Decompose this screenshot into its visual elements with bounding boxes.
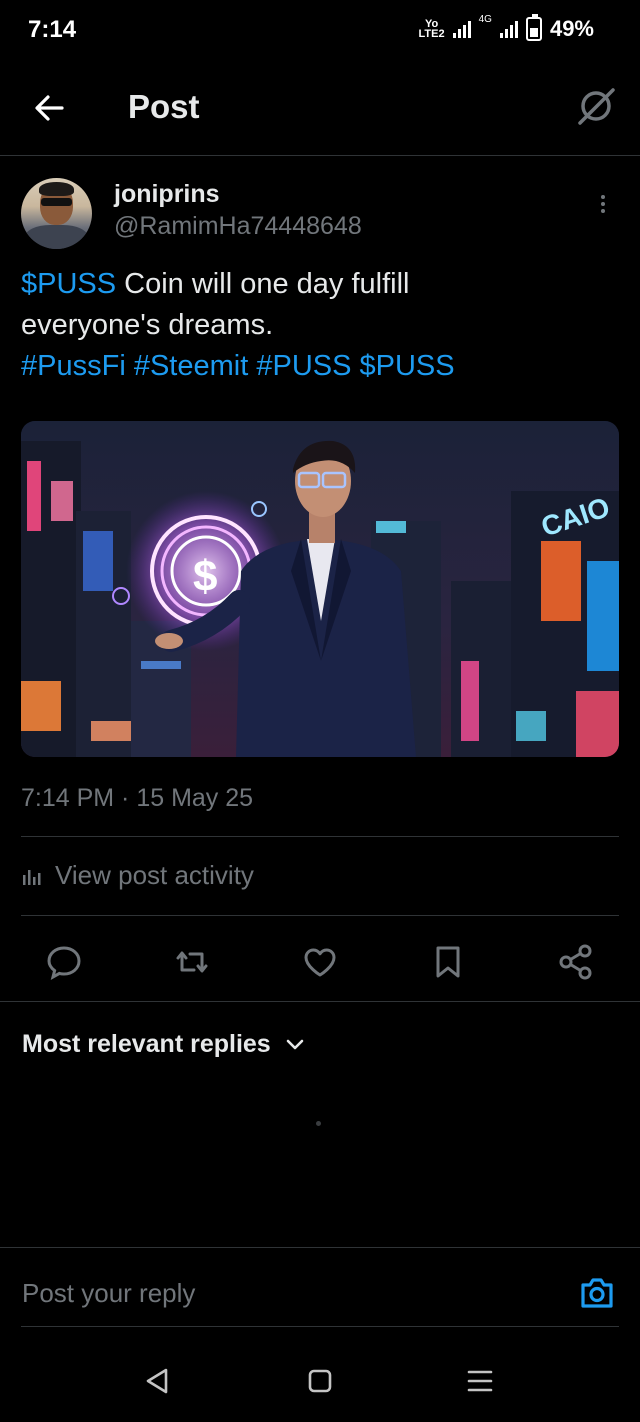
status-icons: Yo LTE2 4G 49%	[418, 14, 594, 42]
nav-home-icon[interactable]	[300, 1364, 340, 1398]
post-header: Post	[0, 60, 640, 156]
divider	[21, 836, 619, 837]
page-title: Post	[128, 88, 200, 125]
divider	[21, 1326, 619, 1327]
analytics-icon	[23, 869, 41, 885]
action-bar	[0, 936, 640, 1002]
status-bar: 7:14 Yo LTE2 4G 49%	[0, 0, 640, 60]
avatar[interactable]	[21, 178, 92, 249]
reply-input[interactable]: Post your reply	[22, 1278, 195, 1309]
hashtag-link[interactable]: #Steemit	[134, 350, 248, 382]
reply-icon[interactable]	[44, 942, 84, 982]
battery-percent: 49%	[549, 16, 594, 41]
post-timestamp: 7:14 PM · 15 May 25	[21, 784, 254, 812]
arrow-left-icon[interactable]	[26, 86, 74, 130]
nav-menu-icon[interactable]	[460, 1364, 500, 1398]
signal-icon-2	[499, 20, 518, 38]
net-gen-label: 4G	[478, 14, 492, 25]
battery-icon	[525, 14, 542, 41]
repost-icon[interactable]	[172, 942, 212, 982]
post-image[interactable]: CAIO $	[21, 421, 619, 757]
cashtag-link[interactable]: $PUSS	[21, 268, 116, 300]
grok-icon[interactable]	[574, 84, 618, 128]
replies-sort-dropdown[interactable]: Most relevant replies	[22, 1030, 305, 1059]
post-text: $PUSS Coin will one day fulfill everyone…	[21, 264, 621, 387]
signal-icon	[452, 20, 471, 38]
loading-indicator	[316, 1121, 321, 1126]
chevron-down-icon	[286, 1039, 304, 1049]
volte-badge: Yo LTE2	[418, 18, 445, 40]
reply-composer: Post your reply	[0, 1247, 640, 1327]
post-text-line1: Coin will one day fulfill	[116, 268, 410, 300]
cashtag-link[interactable]: $PUSS	[360, 350, 455, 382]
hashtag-link[interactable]: #PussFi	[21, 350, 126, 382]
bookmark-icon[interactable]	[428, 942, 468, 982]
more-options-icon[interactable]	[592, 192, 614, 220]
status-time: 7:14	[28, 16, 77, 43]
post-image-illustration: CAIO $	[21, 421, 619, 757]
post-text-line2: everyone's dreams.	[21, 309, 274, 341]
like-icon[interactable]	[300, 942, 340, 982]
author-display-name[interactable]: joniprins	[114, 180, 220, 209]
divider	[21, 915, 619, 916]
camera-icon[interactable]	[578, 1275, 616, 1311]
system-nav-bar	[0, 1340, 640, 1422]
view-post-activity-label: View post activity	[55, 860, 254, 890]
coin-symbol: $	[193, 552, 217, 601]
author-handle[interactable]: @RamimHa74448648	[114, 212, 362, 241]
view-post-activity[interactable]: View post activity	[21, 860, 254, 891]
nav-back-icon[interactable]	[138, 1364, 178, 1398]
replies-sort-label: Most relevant replies	[22, 1030, 271, 1058]
share-icon[interactable]	[556, 942, 596, 982]
hashtag-link[interactable]: #PUSS	[256, 350, 351, 382]
